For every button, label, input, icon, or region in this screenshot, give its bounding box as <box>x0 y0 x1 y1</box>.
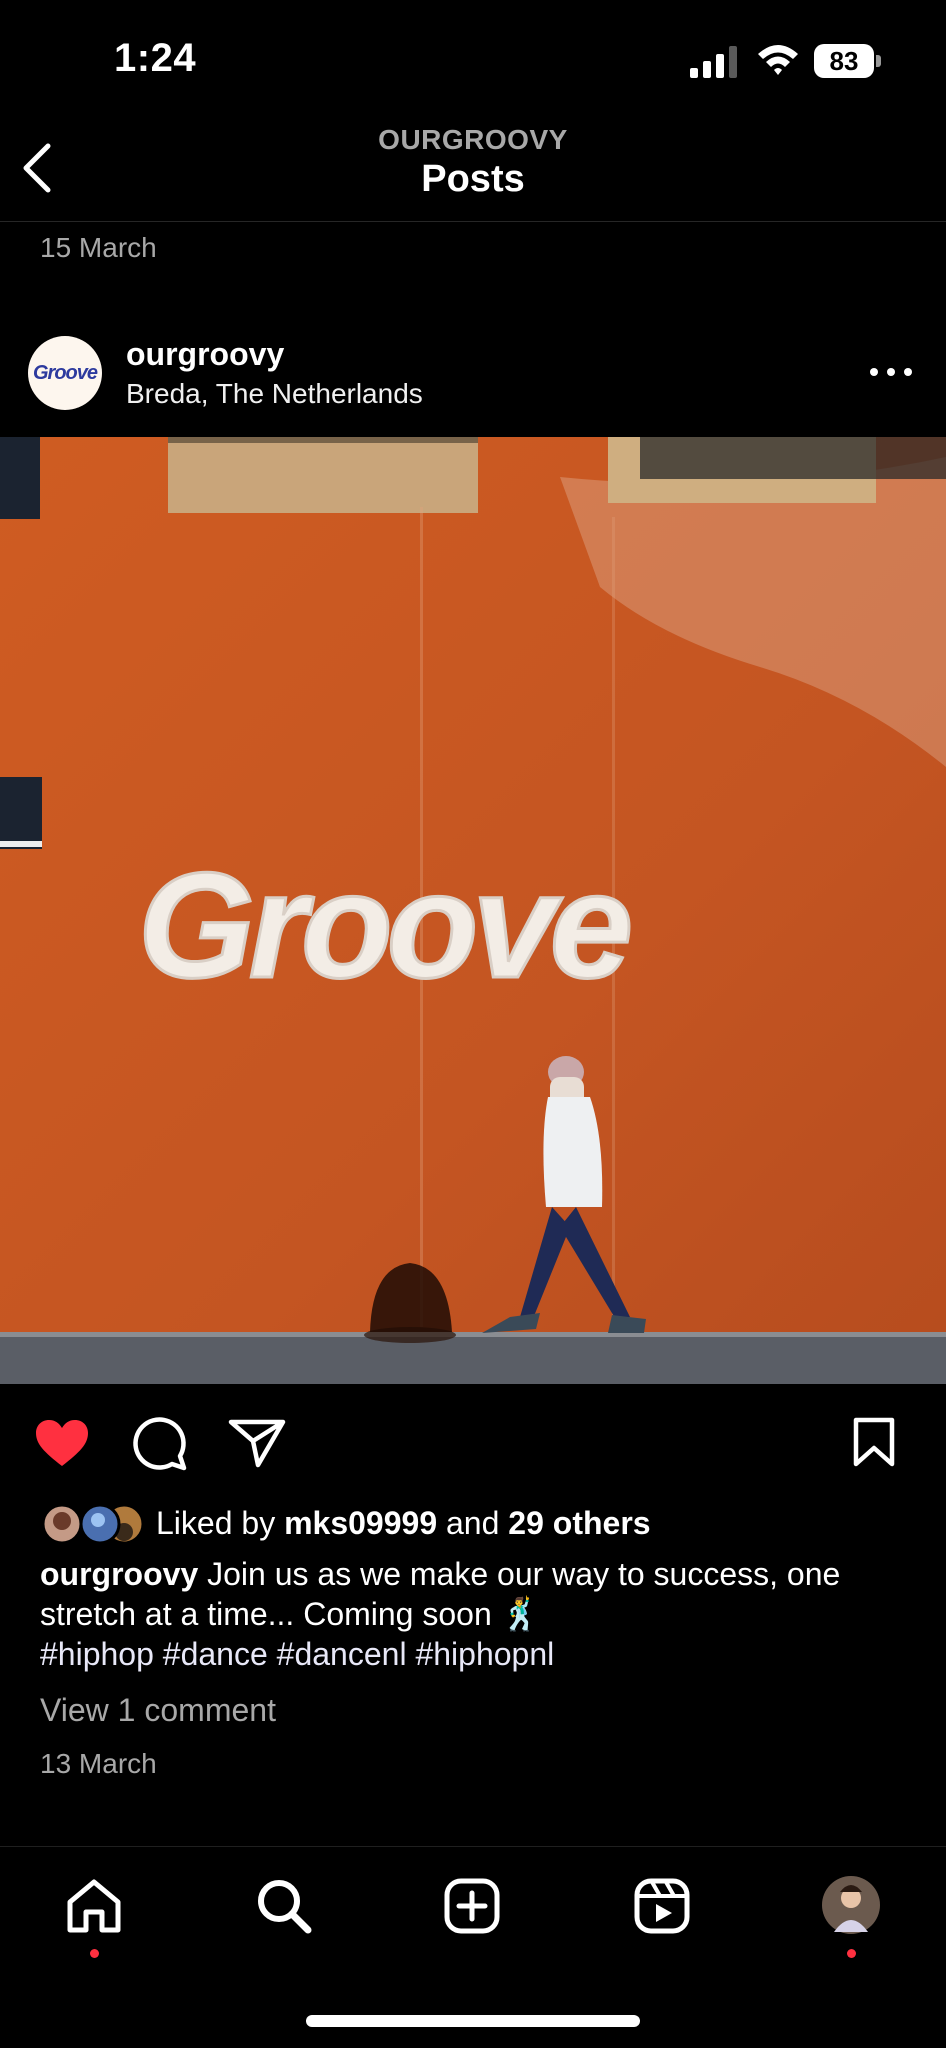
post-avatar[interactable]: Groove <box>28 336 102 410</box>
wall-illustration: Groove <box>0 437 946 1384</box>
profile-notification-dot <box>847 1949 856 1958</box>
status-time: 1:24 <box>114 36 197 80</box>
caption-username[interactable]: ourgroovy <box>40 1556 198 1592</box>
avatar-logo-text: Groove <box>32 362 98 384</box>
caption-hashtags[interactable]: #hiphop #dance #dancenl #hiphopnl <box>40 1636 554 1673</box>
liker-username[interactable]: mks09999 <box>284 1505 437 1541</box>
more-options-icon[interactable] <box>868 364 914 380</box>
battery-level: 83 <box>829 46 859 76</box>
post-caption: ourgroovy Join us as we make our way to … <box>40 1554 920 1634</box>
previous-post-date: 15 March <box>40 232 157 263</box>
battery-indicator: 83 <box>814 44 882 80</box>
likes-count[interactable]: 29 others <box>508 1505 650 1541</box>
wifi-icon <box>758 45 798 75</box>
view-comments-link[interactable]: View 1 comment <box>40 1692 276 1729</box>
share-icon[interactable] <box>228 1418 286 1468</box>
reels-icon[interactable] <box>632 1876 692 1936</box>
home-indicator <box>306 2015 640 2027</box>
header-username: OURGROOVY <box>378 124 568 155</box>
search-icon[interactable] <box>254 1876 314 1936</box>
home-notification-dot <box>90 1949 99 1958</box>
likes-summary[interactable]: Liked by mks09999 and 29 others <box>156 1505 651 1542</box>
bookmark-icon[interactable] <box>852 1416 896 1468</box>
like-heart-icon[interactable] <box>34 1418 90 1468</box>
post-location[interactable]: Breda, The Netherlands <box>126 378 423 410</box>
tab-bar-divider <box>0 1846 946 1847</box>
header-divider <box>0 221 946 222</box>
post-image[interactable]: Groove <box>0 437 946 1384</box>
graffiti-text: Groove <box>138 841 630 1009</box>
profile-avatar[interactable] <box>820 1874 882 1936</box>
liked-by-avatars[interactable] <box>40 1502 146 1546</box>
home-icon[interactable] <box>64 1876 124 1936</box>
cellular-signal-icon <box>690 46 737 78</box>
create-icon[interactable] <box>442 1876 502 1936</box>
page-title: Posts <box>421 158 525 200</box>
likes-conjunction: and <box>446 1505 500 1541</box>
likes-prefix: Liked by <box>156 1505 276 1541</box>
post-date: 13 March <box>40 1748 157 1779</box>
post-username[interactable]: ourgroovy <box>126 336 284 373</box>
comment-icon[interactable] <box>132 1416 188 1472</box>
